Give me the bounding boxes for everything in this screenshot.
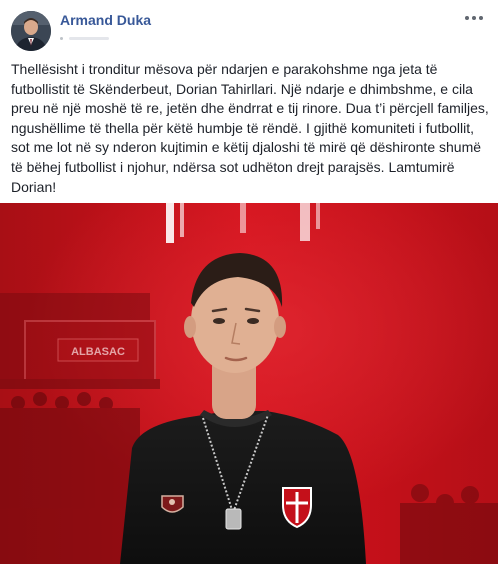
post-header: Armand Duka	[0, 0, 498, 56]
club-crest	[282, 487, 312, 529]
memorial-photo: ALBASAC	[0, 203, 498, 564]
post-meta	[60, 32, 140, 44]
meta-timestamp-placeholder[interactable]	[69, 36, 109, 40]
avatar[interactable]	[11, 11, 51, 51]
more-options-icon[interactable]	[462, 10, 486, 26]
banner-text: ALBASAC	[71, 346, 125, 358]
post-image[interactable]: ALBASAC	[0, 203, 498, 564]
dot	[472, 16, 476, 20]
dot	[479, 16, 483, 20]
sponsor-logo	[161, 495, 184, 513]
author-name[interactable]: Armand Duka	[60, 12, 151, 28]
post-text: Thellësisht i tronditur mësova për ndarj…	[11, 61, 489, 195]
dot	[465, 16, 469, 20]
avatar-photo	[11, 11, 51, 51]
meta-dot	[60, 36, 63, 40]
